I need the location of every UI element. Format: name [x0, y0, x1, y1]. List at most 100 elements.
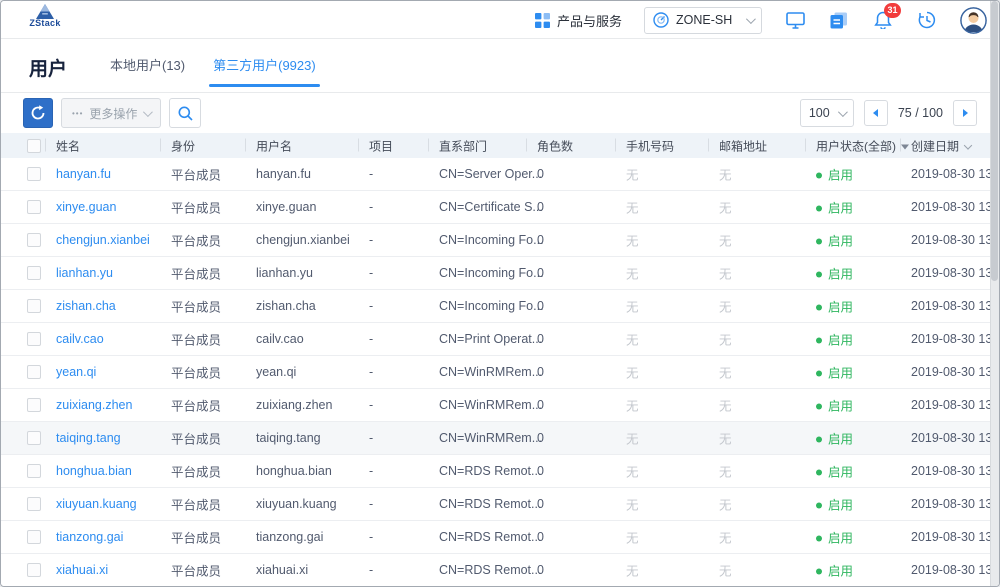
previous-page-button[interactable] — [864, 100, 888, 126]
row-checkbox[interactable] — [27, 167, 41, 181]
more-actions-button[interactable]: ••• 更多操作 — [61, 98, 161, 128]
user-role-count: 0 — [537, 332, 544, 346]
user-status-badge: 启用 — [816, 165, 853, 184]
search-icon — [178, 106, 193, 121]
user-department: CN=Print Operat... — [439, 332, 542, 346]
user-name-link[interactable]: xinye.guan — [56, 200, 116, 214]
row-checkbox[interactable] — [27, 398, 41, 412]
arrow-right-icon — [963, 109, 968, 117]
user-username: xinye.guan — [256, 200, 316, 214]
user-avatar[interactable] — [960, 7, 987, 34]
chevron-down-icon — [746, 14, 756, 24]
row-checkbox[interactable] — [27, 332, 41, 346]
user-status-badge: 启用 — [816, 396, 853, 415]
table-row: hanyan.fu 平台成员 hanyan.fu - CN=Server Ope… — [1, 158, 999, 191]
operation-history-button[interactable] — [916, 9, 938, 31]
column-header-phone[interactable]: 手机号码 — [626, 137, 674, 154]
user-name-link[interactable]: honghua.bian — [56, 464, 132, 478]
user-name-link[interactable]: hanyan.fu — [56, 167, 111, 181]
user-role-count: 0 — [537, 167, 544, 181]
row-checkbox[interactable] — [27, 365, 41, 379]
user-status-badge: 启用 — [816, 297, 853, 316]
select-all-checkbox[interactable] — [27, 139, 41, 153]
checkbox-icon — [27, 398, 41, 412]
row-checkbox[interactable] — [27, 530, 41, 544]
checkbox-icon — [27, 431, 41, 445]
zone-selector[interactable]: ZONE-SH — [644, 7, 762, 34]
table-row: xinye.guan 平台成员 xinye.guan - CN=Certific… — [1, 191, 999, 224]
user-username: tianzong.gai — [256, 530, 323, 544]
row-checkbox[interactable] — [27, 464, 41, 478]
checkbox-icon — [27, 139, 41, 153]
user-name-link[interactable]: cailv.cao — [56, 332, 104, 346]
column-header-created-sort[interactable]: 创建日期 — [911, 137, 971, 154]
table-row: taiqing.tang 平台成员 taiqing.tang - CN=WinR… — [1, 422, 999, 455]
column-header-roles[interactable]: 角色数 — [537, 137, 573, 154]
user-identity: 平台成员 — [171, 429, 221, 448]
user-status-badge: 启用 — [816, 363, 853, 382]
user-name-link[interactable]: zishan.cha — [56, 299, 116, 313]
column-header-email[interactable]: 邮箱地址 — [719, 137, 767, 154]
user-name-link[interactable]: chengjun.xianbei — [56, 233, 150, 247]
user-department: CN=Server Oper... — [439, 167, 542, 181]
row-checkbox[interactable] — [27, 431, 41, 445]
table-row: zuixiang.zhen 平台成员 zuixiang.zhen - CN=Wi… — [1, 389, 999, 422]
column-header-username[interactable]: 用户名 — [256, 137, 292, 154]
user-name-link[interactable]: xiuyuan.kuang — [56, 497, 137, 511]
user-name-link[interactable]: lianhan.yu — [56, 266, 113, 280]
column-header-identity[interactable]: 身份 — [171, 137, 195, 154]
column-header-project[interactable]: 项目 — [369, 137, 393, 154]
user-name-link[interactable]: taiqing.tang — [56, 431, 121, 445]
products-services-menu[interactable]: 产品与服务 — [535, 11, 622, 30]
monitor-icon — [786, 12, 805, 29]
user-phone: 无 — [626, 528, 639, 547]
operation-log-button[interactable] — [828, 9, 850, 31]
notifications-button[interactable]: 31 — [872, 9, 894, 31]
arrow-left-icon — [873, 109, 878, 117]
table-row: tianzong.gai 平台成员 tianzong.gai - CN=RDS … — [1, 521, 999, 554]
user-status-badge: 启用 — [816, 330, 853, 349]
topbar-actions: 产品与服务 ZONE-SH — [535, 1, 987, 39]
more-actions-label: 更多操作 — [89, 105, 137, 122]
user-created-date: 2019-08-30 13:3... — [911, 167, 1000, 181]
row-checkbox[interactable] — [27, 233, 41, 247]
column-header-status-filter[interactable]: 用户状态(全部) — [816, 137, 909, 154]
user-email: 无 — [719, 528, 732, 547]
zstack-logo-text: ZStack — [23, 19, 67, 28]
next-page-button[interactable] — [953, 100, 977, 126]
user-name-link[interactable]: xiahuai.xi — [56, 563, 108, 577]
vertical-scrollbar[interactable] — [990, 1, 999, 586]
user-role-count: 0 — [537, 398, 544, 412]
user-name-link[interactable]: zuixiang.zhen — [56, 398, 132, 412]
user-created-date: 2019-08-30 13:3... — [911, 365, 1000, 379]
row-checkbox[interactable] — [27, 299, 41, 313]
search-button[interactable] — [169, 98, 201, 128]
row-checkbox[interactable] — [27, 497, 41, 511]
user-email: 无 — [719, 330, 732, 349]
user-email: 无 — [719, 165, 732, 184]
user-username: cailv.cao — [256, 332, 304, 346]
user-role-count: 0 — [537, 464, 544, 478]
user-username: honghua.bian — [256, 464, 332, 478]
table-row: cailv.cao 平台成员 cailv.cao - CN=Print Oper… — [1, 323, 999, 356]
console-monitor-button[interactable] — [784, 9, 806, 31]
zstack-logo[interactable]: ZStack — [23, 4, 67, 28]
tab-third-party-users[interactable]: 第三方用户(9923) — [199, 39, 330, 93]
checkbox-icon — [27, 167, 41, 181]
user-phone: 无 — [626, 495, 639, 514]
column-header-name[interactable]: 姓名 — [56, 137, 80, 154]
user-username: yean.qi — [256, 365, 296, 379]
row-checkbox[interactable] — [27, 266, 41, 280]
column-header-department[interactable]: 直系部门 — [439, 137, 487, 154]
row-checkbox[interactable] — [27, 200, 41, 214]
page-size-select[interactable]: 100 — [800, 99, 854, 127]
refresh-button[interactable] — [23, 98, 53, 128]
table-row: zishan.cha 平台成员 zishan.cha - CN=Incoming… — [1, 290, 999, 323]
user-name-link[interactable]: tianzong.gai — [56, 530, 123, 544]
tab-local-users[interactable]: 本地用户(13) — [96, 39, 199, 93]
status-dot-icon — [816, 437, 822, 443]
user-name-link[interactable]: yean.qi — [56, 365, 96, 379]
scrollbar-thumb[interactable] — [991, 1, 998, 281]
row-checkbox[interactable] — [27, 563, 41, 577]
more-dots-icon: ••• — [72, 109, 83, 118]
